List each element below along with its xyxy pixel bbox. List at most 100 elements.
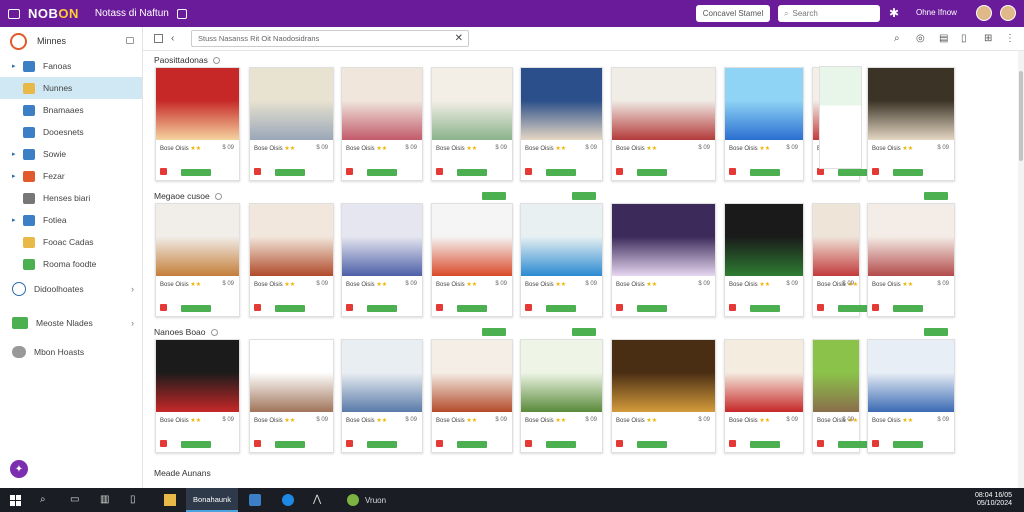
section-header[interactable]: Meade Aunans (154, 468, 211, 478)
gallery-card[interactable]: Bose Oisis ★★$ 09 (867, 67, 955, 181)
gallery-card[interactable]: Bose Oisis ★★$ 09 (812, 339, 868, 453)
card-icon[interactable] (436, 168, 443, 175)
card-icon[interactable] (525, 168, 532, 175)
search-input[interactable] (792, 9, 873, 18)
gallery-card[interactable]: Bose Oisis ★★$ 09 (812, 203, 868, 317)
thumbnail-image[interactable] (342, 340, 422, 412)
thumbnail-image[interactable] (813, 340, 859, 412)
section-header[interactable]: Paosittadonas (154, 55, 220, 65)
card-icon[interactable] (817, 168, 824, 175)
sidebar-item[interactable]: ▸ Fezar (0, 165, 142, 187)
gallery-card[interactable]: Bose Oisis ★★$ 09 (155, 203, 240, 317)
card-action-button[interactable] (893, 169, 923, 176)
scrollbar-thumb[interactable] (1019, 71, 1023, 161)
card-icon[interactable] (254, 304, 261, 311)
section-header[interactable]: Megaoe cusoe (154, 191, 222, 201)
card-action-button[interactable] (367, 441, 397, 448)
gallery-card[interactable]: Bose Oisis ★★$ 09 (431, 328, 513, 453)
card-action-button[interactable] (637, 441, 667, 448)
sidebar-item[interactable]: ▸ Fanoas (0, 55, 142, 77)
start-icon[interactable] (10, 495, 21, 506)
card-action-button[interactable] (838, 169, 868, 176)
card-action-button[interactable] (546, 169, 576, 176)
thumbnail-image[interactable] (725, 204, 803, 276)
thumbnail-image[interactable] (342, 68, 422, 140)
thumbnail-image[interactable] (725, 340, 803, 412)
thumbnail-image[interactable] (521, 204, 602, 276)
card-icon[interactable] (160, 168, 167, 175)
card-action-button[interactable] (838, 305, 868, 312)
gallery-card[interactable]: Bose Oisis ★★$ 09 (611, 67, 716, 181)
card-action-button[interactable] (275, 441, 305, 448)
collapse-icon[interactable] (126, 37, 134, 44)
widgets-icon[interactable]: ▥ (100, 494, 109, 505)
gallery-card[interactable]: Bose Oisis ★★$ 09 (724, 203, 804, 317)
globe-icon[interactable]: ◎ (916, 33, 925, 44)
gallery-card[interactable]: Bose Oisis ★★$ 09 (341, 203, 423, 317)
gallery-card[interactable]: Bose Oisis ★★$ 09 (249, 203, 334, 317)
add-button[interactable]: ✦ (10, 460, 28, 478)
thumbnail-image[interactable] (725, 68, 803, 140)
concavel-button[interactable]: Concavel Stamel (696, 5, 770, 22)
thumbnail-image[interactable] (521, 340, 602, 412)
card-action-button[interactable] (637, 305, 667, 312)
card-icon[interactable] (616, 304, 623, 311)
sidebar-item[interactable]: Dooesnets (0, 121, 142, 143)
expand-icon[interactable]: ▸ (12, 62, 16, 70)
dropdown-icon[interactable] (210, 328, 218, 336)
thumbnail-image[interactable] (868, 68, 954, 140)
card-icon[interactable] (817, 304, 824, 311)
expand-icon[interactable]: ▸ (12, 150, 16, 158)
thumbnail-image[interactable] (432, 340, 512, 412)
gallery-card[interactable]: Bose Oisis ★★$ 09 (249, 67, 334, 181)
folder-icon[interactable] (164, 494, 176, 506)
avatar[interactable] (976, 5, 992, 21)
gallery-card[interactable]: Bose Oisis ★★$ 09 (341, 339, 423, 453)
scrollbar[interactable] (1018, 51, 1024, 488)
document-icon[interactable]: ▯ (961, 33, 967, 44)
avatar-secondary[interactable] (1000, 5, 1016, 21)
card-action-button[interactable] (275, 305, 305, 312)
path-bar[interactable]: Stuss Nasanss Rit Oit Naodosidrans ✕ (191, 30, 469, 47)
sidebar-item[interactable]: ▸ Sowie (0, 143, 142, 165)
thumbnail-image[interactable] (868, 340, 954, 412)
gallery-card[interactable]: Bose Oisis ★★$ 09 (867, 328, 955, 453)
card-action-button[interactable] (457, 441, 487, 448)
files-icon[interactable]: ▯ (130, 494, 136, 505)
thumbnail-image[interactable] (156, 68, 239, 140)
thumbnail-image[interactable] (612, 340, 715, 412)
sidebar-item[interactable]: Henses biari (0, 187, 142, 209)
gallery-card[interactable]: Bose Oisis ★★$ 09 (431, 192, 513, 317)
card-icon[interactable] (817, 440, 824, 447)
card-action-button[interactable] (275, 169, 305, 176)
thumbnail-image[interactable] (250, 68, 333, 140)
chart-icon[interactable]: ⋀ (313, 494, 321, 505)
thumbnail-image[interactable] (432, 204, 512, 276)
list-icon[interactable]: ▤ (939, 33, 948, 44)
grid-icon[interactable]: ⊞ (984, 33, 992, 44)
card-action-button[interactable] (637, 169, 667, 176)
expand-icon[interactable]: ▸ (12, 172, 16, 180)
more-icon[interactable]: ⋮ (1005, 33, 1015, 44)
card-icon[interactable] (616, 168, 623, 175)
card-icon[interactable] (346, 304, 353, 311)
select-all-checkbox[interactable] (154, 34, 163, 43)
card-action-button[interactable] (181, 169, 211, 176)
thumbnail-image[interactable] (156, 340, 239, 412)
expand-icon[interactable]: ▸ (12, 216, 16, 224)
sidebar-item[interactable]: ▸ Fotiea (0, 209, 142, 231)
gallery-card[interactable]: Bose Oisis ★★$ 09 (611, 203, 716, 317)
card-action-button[interactable] (546, 441, 576, 448)
mail-icon[interactable] (249, 494, 261, 506)
sidebar-item[interactable]: Rooma foodte (0, 253, 142, 275)
card-icon[interactable] (729, 440, 736, 447)
clock[interactable]: 08:04 16/05 05/10/2024 (975, 492, 1012, 508)
card-icon[interactable] (346, 440, 353, 447)
card-icon[interactable] (160, 440, 167, 447)
back-icon[interactable]: ‹ (171, 33, 174, 44)
thumbnail-image[interactable] (156, 204, 239, 276)
sidebar-group-1[interactable]: Didoolhoates › (0, 278, 143, 301)
card-action-button[interactable] (893, 305, 923, 312)
card-icon[interactable] (872, 440, 879, 447)
search-icon[interactable]: ⌕ (894, 33, 900, 44)
